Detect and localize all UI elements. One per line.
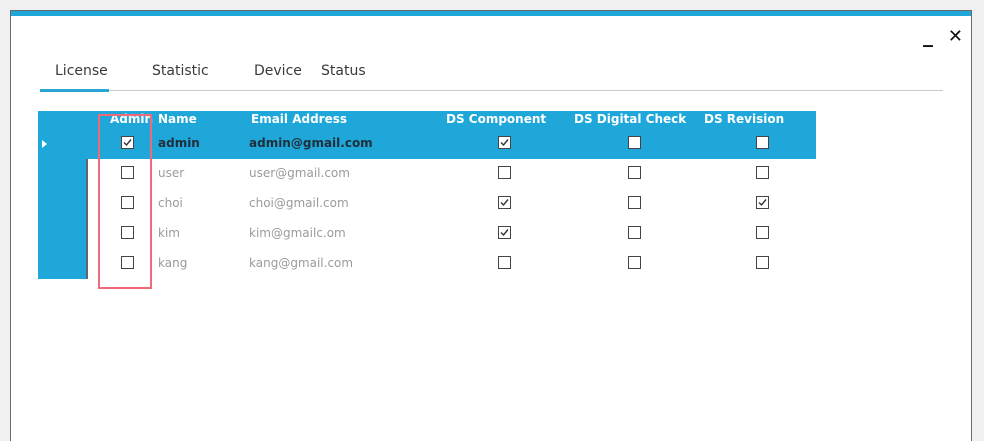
ds-component-checkbox[interactable] bbox=[498, 226, 511, 239]
email-cell: user@gmail.com bbox=[249, 166, 350, 180]
user-name-cell: choi bbox=[158, 196, 183, 210]
column-header-ds-revision[interactable]: DS Revision bbox=[704, 112, 784, 126]
admin-checkbox[interactable] bbox=[121, 166, 134, 179]
user-name-cell: kang bbox=[158, 256, 188, 270]
column-header-email[interactable]: Email Address bbox=[251, 112, 347, 126]
ds-component-checkbox[interactable] bbox=[498, 136, 511, 149]
email-cell: kim@gmailc.om bbox=[249, 226, 346, 240]
ds-revision-checkbox[interactable] bbox=[756, 166, 769, 179]
table-row[interactable]: admin admin@gmail.com bbox=[38, 129, 816, 159]
title-accent-bar bbox=[11, 11, 971, 16]
admin-checkbox[interactable] bbox=[121, 256, 134, 269]
column-header-name[interactable]: Name bbox=[158, 112, 197, 126]
tab-divider bbox=[109, 90, 943, 91]
ds-component-checkbox[interactable] bbox=[498, 256, 511, 269]
active-tab-indicator bbox=[40, 89, 109, 92]
email-cell: admin@gmail.com bbox=[249, 136, 373, 150]
email-cell: kang@gmail.com bbox=[249, 256, 354, 270]
admin-checkbox[interactable] bbox=[121, 136, 134, 149]
minimize-icon[interactable]: _ bbox=[923, 25, 933, 45]
grid-header-row: Admin Name Email Address DS Component DS… bbox=[38, 111, 816, 129]
column-header-ds-digital-check[interactable]: DS Digital Check bbox=[574, 112, 686, 126]
admin-checkbox[interactable] bbox=[121, 196, 134, 209]
ds-component-checkbox[interactable] bbox=[498, 166, 511, 179]
ds-digital-check-checkbox[interactable] bbox=[628, 196, 641, 209]
ds-component-checkbox[interactable] bbox=[498, 196, 511, 209]
close-icon[interactable]: ✕ bbox=[948, 27, 963, 47]
ds-revision-checkbox[interactable] bbox=[756, 196, 769, 209]
table-row[interactable]: user user@gmail.com bbox=[38, 159, 816, 189]
ds-revision-checkbox[interactable] bbox=[756, 256, 769, 269]
admin-checkbox[interactable] bbox=[121, 226, 134, 239]
user-name-cell: admin bbox=[158, 136, 200, 150]
ds-digital-check-checkbox[interactable] bbox=[628, 166, 641, 179]
ds-digital-check-checkbox[interactable] bbox=[628, 256, 641, 269]
ds-digital-check-checkbox[interactable] bbox=[628, 226, 641, 239]
user-name-cell: user bbox=[158, 166, 185, 180]
tab-statistic[interactable]: Statistic bbox=[152, 63, 209, 79]
table-row[interactable]: choi choi@gmail.com bbox=[38, 189, 816, 219]
tab-device[interactable]: Device bbox=[254, 63, 302, 79]
column-header-ds-component[interactable]: DS Component bbox=[446, 112, 546, 126]
ds-revision-checkbox[interactable] bbox=[756, 226, 769, 239]
current-row-arrow-icon bbox=[42, 140, 47, 148]
column-header-admin[interactable]: Admin bbox=[110, 112, 153, 126]
tab-status[interactable]: Status bbox=[321, 63, 366, 79]
tab-license[interactable]: License bbox=[55, 63, 108, 79]
table-row[interactable]: kang kang@gmail.com bbox=[38, 249, 816, 279]
table-row[interactable]: kim kim@gmailc.om bbox=[38, 219, 816, 249]
email-cell: choi@gmail.com bbox=[249, 196, 349, 210]
user-name-cell: kim bbox=[158, 226, 180, 240]
ds-revision-checkbox[interactable] bbox=[756, 136, 769, 149]
ds-digital-check-checkbox[interactable] bbox=[628, 136, 641, 149]
